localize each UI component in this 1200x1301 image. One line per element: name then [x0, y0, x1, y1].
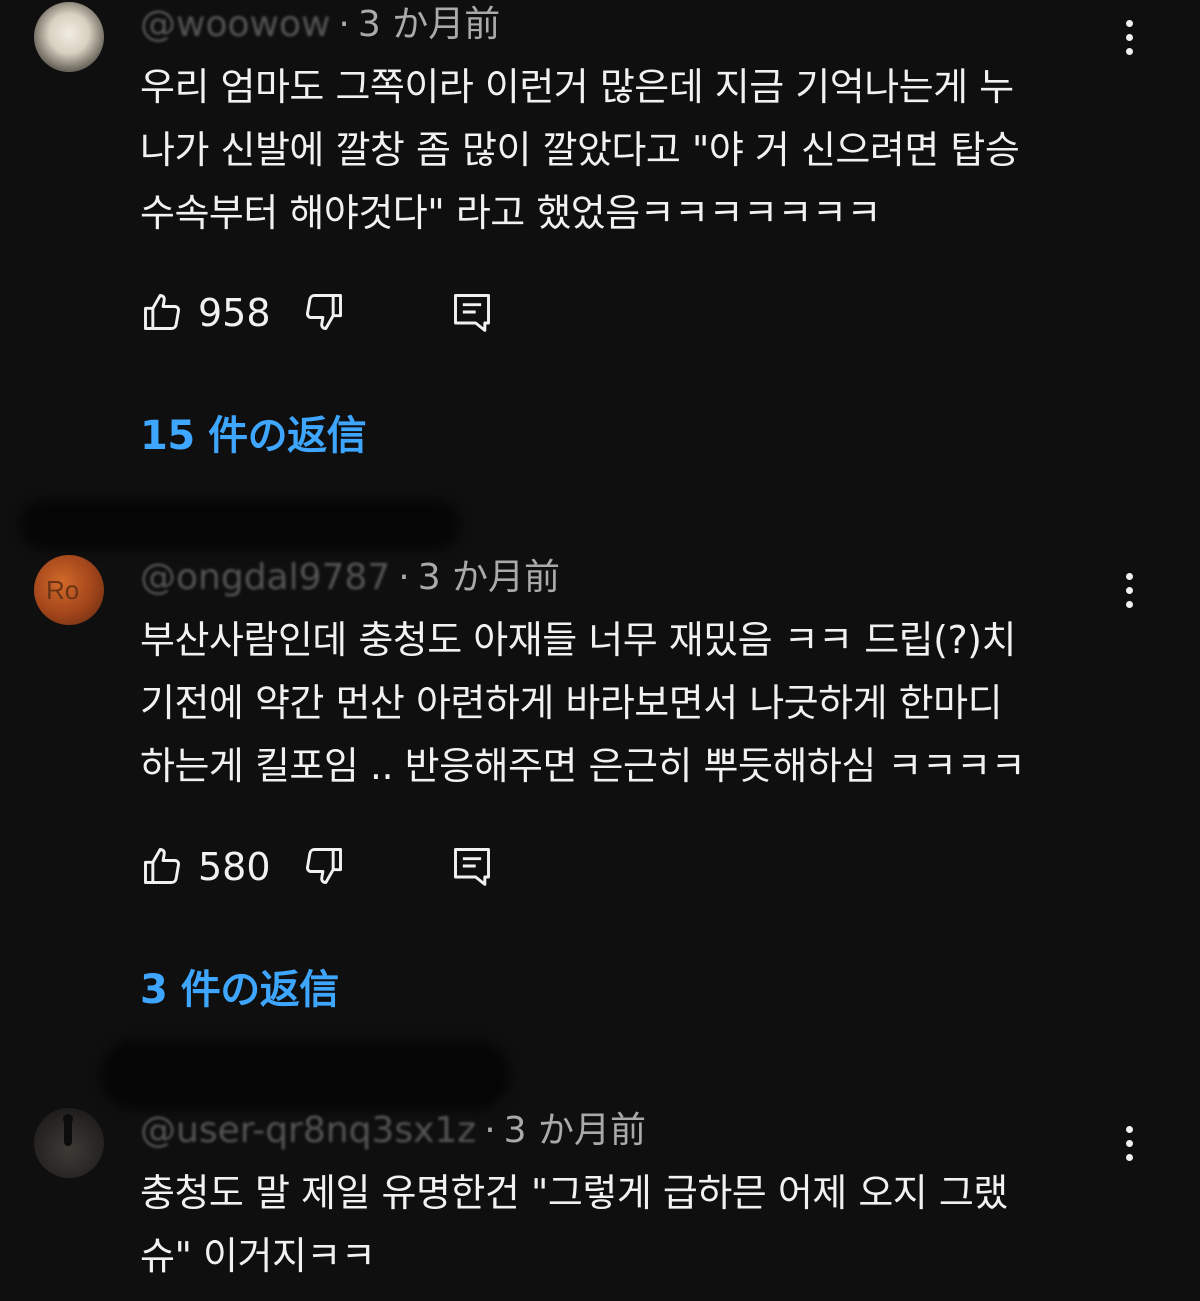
- avatar-initials: Ro: [46, 575, 80, 605]
- thumbs-down-icon[interactable]: [302, 844, 346, 888]
- comment-meta: @ongdal9787 · 3 か月前: [140, 557, 561, 598]
- more-vert-icon[interactable]: [1118, 1122, 1142, 1166]
- channel-handle[interactable]: @user-qr8nq3sx1z: [140, 1110, 476, 1151]
- view-replies-button[interactable]: 15 件の返信: [140, 411, 367, 461]
- comment-time[interactable]: 3 か月前: [418, 557, 560, 598]
- comment-time[interactable]: 3 か月前: [358, 4, 500, 45]
- thumbs-up-icon[interactable]: [140, 290, 184, 334]
- view-replies-button[interactable]: 3 件の返信: [140, 965, 339, 1015]
- reply-icon[interactable]: [450, 844, 494, 888]
- more-vert-icon[interactable]: [1118, 16, 1142, 60]
- thumbs-down-icon[interactable]: [302, 290, 346, 334]
- more-vert-icon[interactable]: [1118, 569, 1142, 613]
- like-count: 580: [198, 845, 271, 889]
- channel-handle[interactable]: @woowow: [140, 4, 330, 45]
- comment-text: 충청도 말 제일 유명한건 "그렇게 급하믄 어제 오지 그랬 슈" 이거지ㅋㅋ: [140, 1171, 1008, 1278]
- comment-meta: @user-qr8nq3sx1z · 3 か月前: [140, 1110, 647, 1151]
- redaction-mark: [20, 500, 460, 550]
- comment-meta: @woowow · 3 か月前: [140, 4, 501, 45]
- comment-text: 우리 엄마도 그쪽이라 이런거 많은데 지금 기억나는게 누 나가 신발에 깔창…: [140, 65, 1020, 235]
- avatar[interactable]: [34, 2, 104, 72]
- comment-text: 부산사람인데 충청도 아재들 너무 재밌음 ㅋㅋ 드립(?)치 기전에 약간 먼…: [140, 618, 1026, 788]
- avatar[interactable]: [34, 1108, 104, 1178]
- thumbs-up-icon[interactable]: [140, 844, 184, 888]
- like-count: 958: [198, 291, 271, 335]
- avatar[interactable]: Ro: [34, 555, 104, 625]
- comment-time[interactable]: 3 か月前: [504, 1110, 646, 1151]
- reply-icon[interactable]: [450, 290, 494, 334]
- redaction-mark: [100, 1040, 510, 1110]
- channel-handle[interactable]: @ongdal9787: [140, 557, 390, 598]
